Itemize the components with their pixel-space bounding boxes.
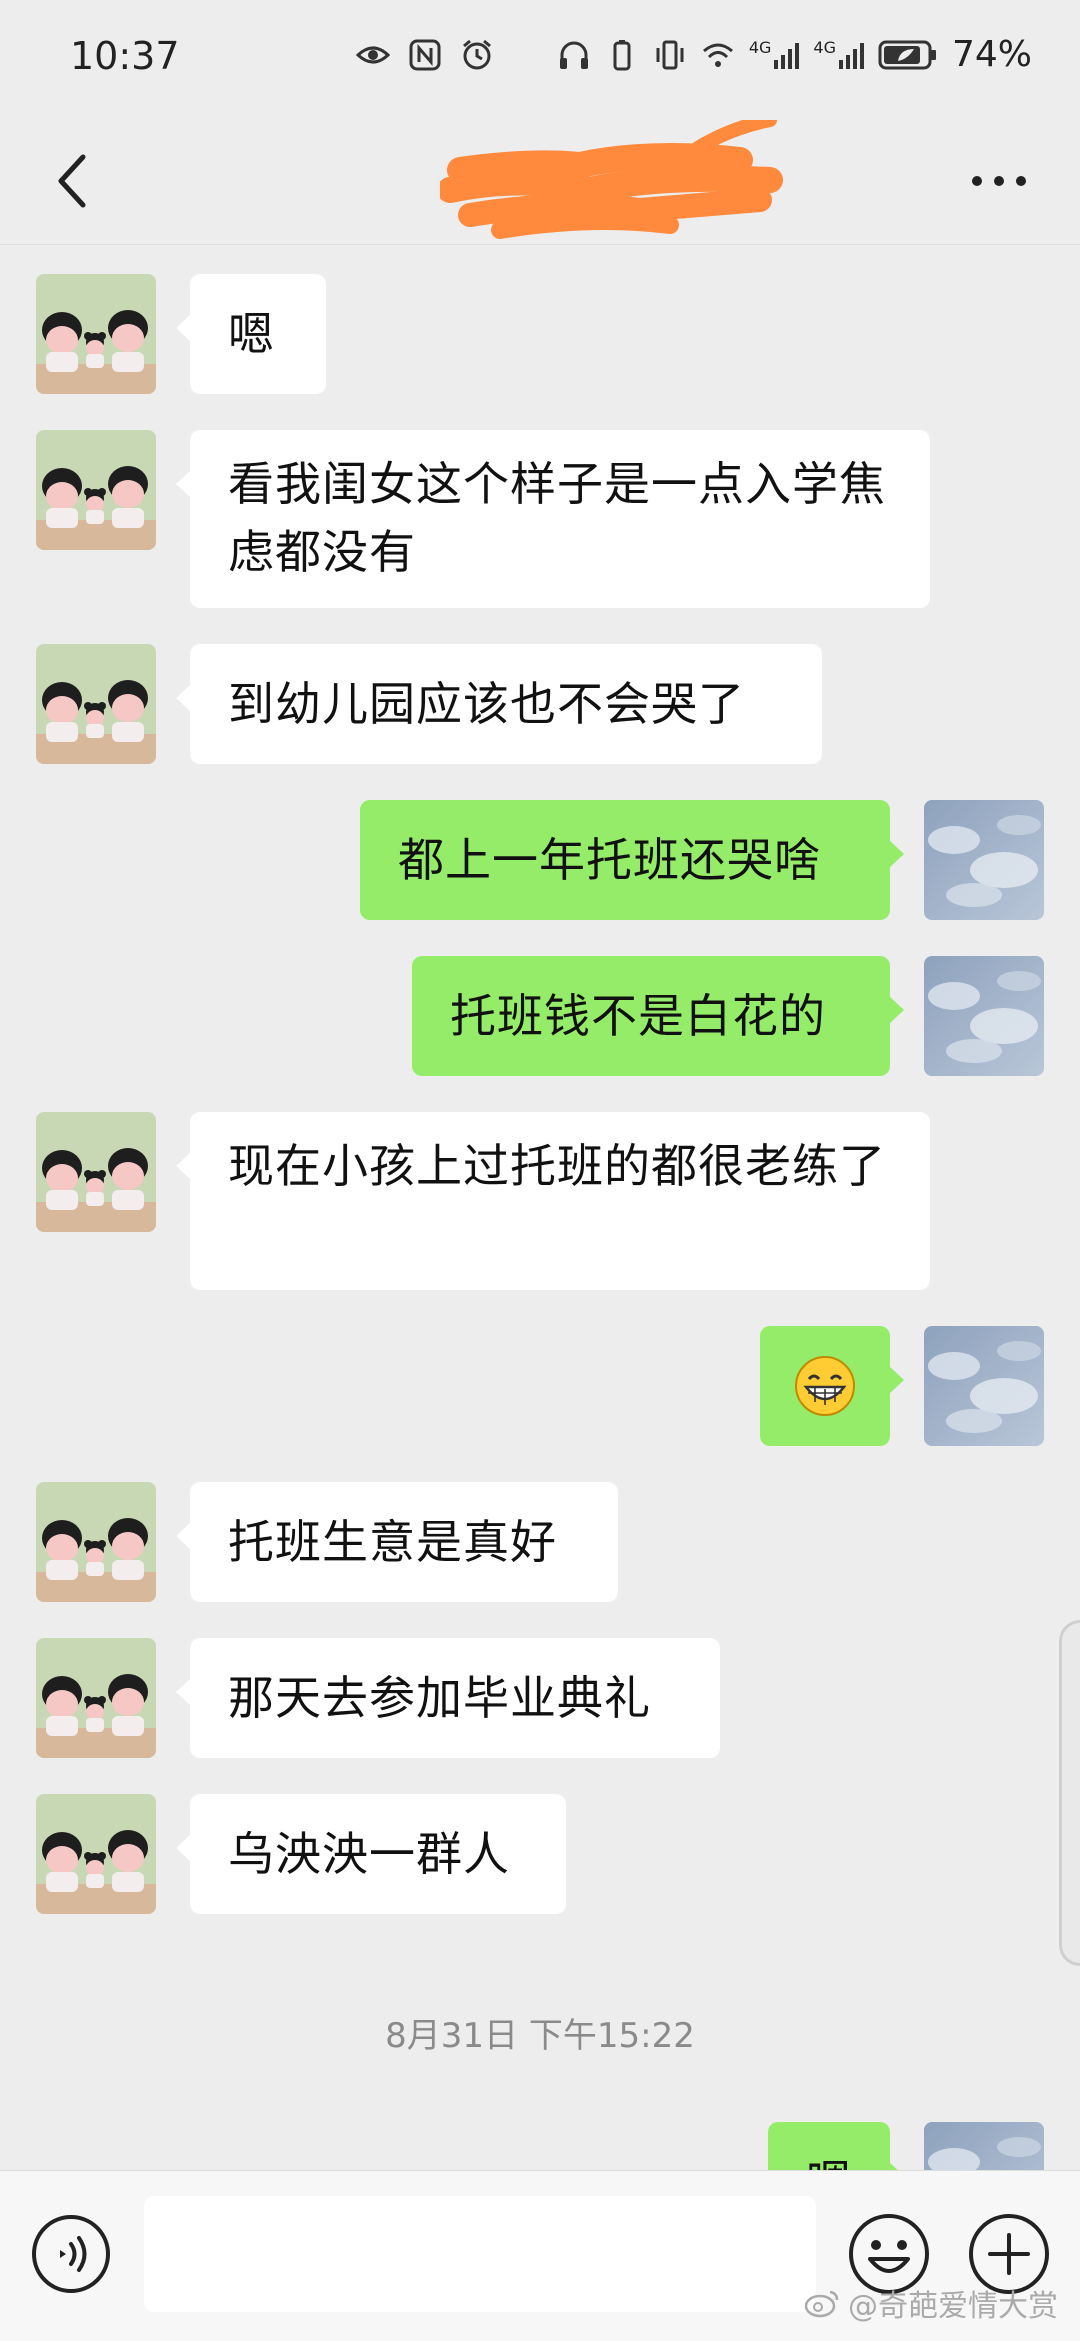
watermark-text: @奇葩爱情大赏 — [848, 2289, 1058, 2324]
message-bubble[interactable]: 托班生意是真好 — [176, 1482, 618, 1602]
message-bubble[interactable]: 乌泱泱一群人 — [176, 1794, 566, 1914]
status-left-icons — [356, 38, 494, 72]
message-text: 乌泱泱一群人 — [228, 1827, 510, 1881]
message-input[interactable] — [144, 2196, 816, 2312]
signal-icon: 4G — [748, 37, 800, 70]
chat-area[interactable]: 嗯 看我闺女这个样子是一点入学焦虑都没有 到幼儿园应该也不会哭了 都上一年托班还… — [0, 245, 1080, 2170]
contact-avatar[interactable] — [36, 1794, 156, 1914]
voice-icon[interactable] — [30, 2213, 112, 2295]
weibo-icon — [804, 2290, 839, 2318]
status-right-icons: 4G 4G 74% — [557, 34, 1032, 75]
alarm-icon — [463, 39, 491, 70]
message-text: 现在小孩上过托班的都很老练了 — [228, 1139, 886, 1193]
self-avatar[interactable] — [924, 1326, 1044, 1446]
message-row: 乌泱泱一群人 — [0, 1794, 1080, 1924]
chat-header — [0, 120, 1080, 245]
back-button[interactable] — [38, 146, 108, 216]
message-row: 😁 — [0, 1326, 1080, 1456]
watermark: @奇葩爱情大赏 — [804, 2281, 1058, 2325]
message-bubble[interactable]: 嗯 — [176, 274, 326, 394]
eye-icon — [356, 46, 390, 64]
message-text: 嗯 — [228, 307, 275, 361]
signal-icon: 4G — [813, 37, 864, 70]
self-avatar[interactable] — [924, 2122, 1044, 2170]
network-label: 4G — [748, 37, 772, 57]
message-text: 嗯 — [806, 2155, 853, 2170]
message-text: 到幼儿园应该也不会哭了 — [228, 677, 745, 731]
battery-icon — [878, 40, 936, 69]
message-bubble[interactable]: 托班钱不是白花的 — [412, 956, 904, 1076]
contact-avatar[interactable] — [36, 1638, 156, 1758]
message-bubble[interactable]: 😁 — [760, 1326, 904, 1446]
network-label: 4G — [813, 37, 836, 57]
message-text: 那天去参加毕业典礼 — [228, 1671, 651, 1725]
message-row: 那天去参加毕业典礼 — [0, 1638, 1080, 1768]
edge-panel-handle[interactable] — [1059, 1620, 1080, 1966]
message-row: 托班生意是真好 — [0, 1482, 1080, 1612]
redaction-scribble — [440, 120, 783, 239]
headphones-icon — [559, 41, 588, 69]
contact-avatar[interactable] — [36, 1112, 156, 1232]
battery-saver-icon — [613, 39, 631, 70]
nfc-icon — [409, 39, 441, 71]
more-button[interactable] — [954, 146, 1044, 216]
self-avatar[interactable] — [924, 956, 1044, 1076]
message-bubble[interactable]: 嗯 — [768, 2122, 904, 2170]
wifi-icon — [702, 43, 733, 67]
battery-percent: 74% — [951, 34, 1032, 75]
message-text: 都上一年托班还哭啥 — [398, 833, 821, 887]
message-row: 现在小孩上过托班的都很老练了 — [0, 1112, 1080, 1292]
contact-avatar[interactable] — [36, 1482, 156, 1602]
self-avatar[interactable] — [924, 800, 1044, 920]
message-bubble[interactable]: 看我闺女这个样子是一点入学焦虑都没有 — [176, 430, 930, 608]
message-row: 嗯 — [0, 2122, 1080, 2170]
message-text: 托班钱不是白花的 — [450, 989, 826, 1043]
grinning-face-icon — [795, 1356, 855, 1416]
chat-timestamp: 8月31日 下午15:22 — [385, 2016, 695, 2056]
message-bubble[interactable]: 都上一年托班还哭啥 — [360, 800, 904, 920]
contact-avatar[interactable] — [36, 430, 156, 550]
message-bubble[interactable]: 那天去参加毕业典礼 — [176, 1638, 720, 1758]
message-bubble[interactable]: 现在小孩上过托班的都很老练了 — [176, 1112, 930, 1290]
more-dots-icon — [972, 176, 1026, 186]
message-row: 看我闺女这个样子是一点入学焦虑都没有 — [0, 430, 1080, 610]
message-text: 托班生意是真好 — [228, 1515, 557, 1569]
input-bar: @奇葩爱情大赏 — [0, 2170, 1080, 2341]
message-text: 看我闺女这个样子是一点入学焦虑都没有 — [228, 457, 886, 579]
message-row: 托班钱不是白花的 — [0, 956, 1080, 1086]
contact-avatar[interactable] — [36, 274, 156, 394]
message-row: 都上一年托班还哭啥 — [0, 800, 1080, 930]
vibrate-icon — [656, 40, 684, 69]
message-row: 到幼儿园应该也不会哭了 — [0, 644, 1080, 774]
contact-avatar[interactable] — [36, 644, 156, 764]
status-time: 10:37 — [70, 34, 180, 78]
message-row: 嗯 — [0, 274, 1080, 404]
status-bar: 10:37 4G 4G 74% — [0, 0, 1080, 120]
message-bubble[interactable]: 到幼儿园应该也不会哭了 — [176, 644, 822, 764]
chevron-left-icon — [58, 154, 86, 208]
